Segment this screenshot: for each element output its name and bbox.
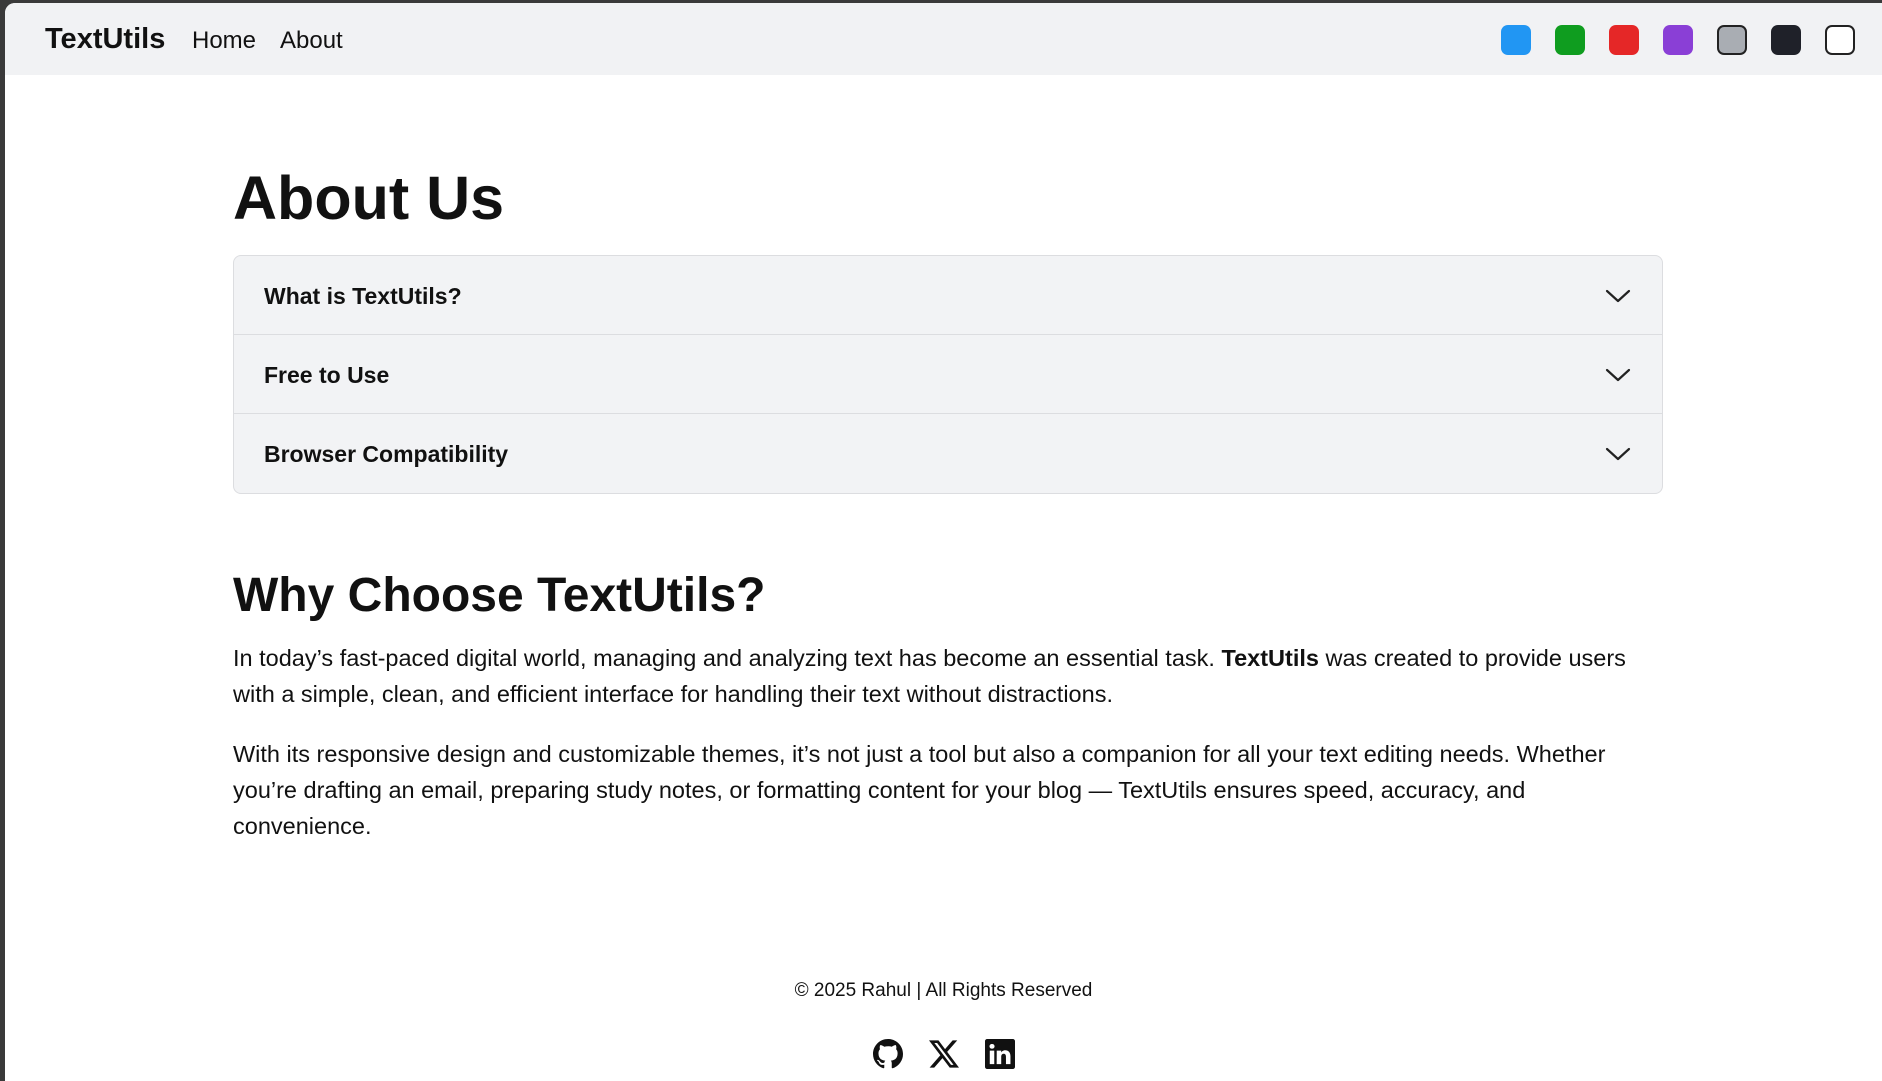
theme-swatch-dark[interactable] xyxy=(1771,25,1801,55)
theme-swatch-red[interactable] xyxy=(1609,25,1639,55)
nav-about-link[interactable]: About xyxy=(280,27,343,55)
accordion-label: Free to Use xyxy=(264,362,390,388)
page-title: About Us xyxy=(233,164,505,232)
navbar: TextUtils Home About xyxy=(5,3,1882,75)
accordion-item-browser-compat[interactable]: Browser Compatibility xyxy=(234,414,1662,493)
about-accordion: What is TextUtils? Free to Use Browser C… xyxy=(233,255,1663,494)
accordion-item-what-is[interactable]: What is TextUtils? xyxy=(234,256,1662,335)
chevron-down-icon xyxy=(1605,368,1631,382)
theme-swatch-light[interactable] xyxy=(1825,25,1855,55)
footer-copyright: © 2025 Rahul | All Rights Reserved xyxy=(794,980,1093,1001)
why-choose-heading: Why Choose TextUtils? xyxy=(233,569,766,622)
brand-link[interactable]: TextUtils xyxy=(45,23,165,56)
github-icon[interactable] xyxy=(872,1039,903,1069)
nav-home-link[interactable]: Home xyxy=(192,27,256,55)
chevron-down-icon xyxy=(1605,447,1631,461)
theme-swatch-gray[interactable] xyxy=(1717,25,1747,55)
intro-paragraph: In today’s fast-paced digital world, man… xyxy=(233,640,1663,712)
accordion-label: Browser Compatibility xyxy=(264,441,509,467)
theme-swatches xyxy=(1501,25,1855,55)
intro-brand-bold: TextUtils xyxy=(1221,645,1319,671)
social-links xyxy=(5,1039,1882,1069)
accordion-label: What is TextUtils? xyxy=(264,283,462,309)
accordion-item-free-to-use[interactable]: Free to Use xyxy=(234,335,1662,414)
x-icon[interactable] xyxy=(928,1039,959,1069)
theme-swatch-green[interactable] xyxy=(1555,25,1585,55)
theme-swatch-purple[interactable] xyxy=(1663,25,1693,55)
design-paragraph: With its responsive design and customiza… xyxy=(233,741,1606,839)
app-window: TextUtils Home About About Us What is Te… xyxy=(5,3,1882,1081)
linkedin-icon[interactable] xyxy=(984,1039,1015,1069)
intro-text-before: In today’s fast-paced digital world, man… xyxy=(233,645,1222,671)
chevron-down-icon xyxy=(1605,289,1631,303)
theme-swatch-blue[interactable] xyxy=(1501,25,1531,55)
